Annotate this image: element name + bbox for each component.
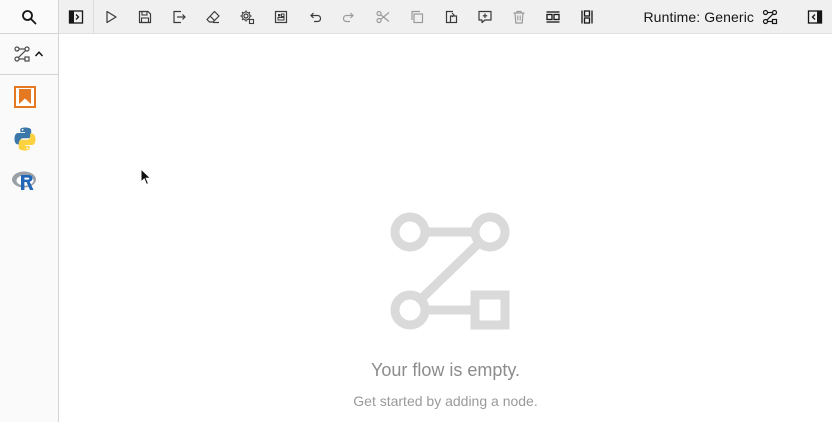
palette-item-bookmark[interactable] (10, 82, 40, 112)
clear-icon (206, 10, 220, 24)
copy-button[interactable] (400, 0, 434, 34)
python-icon (14, 127, 36, 151)
save-button[interactable] (128, 0, 162, 34)
mouse-cursor-icon (140, 168, 152, 186)
empty-state-subtitle: Get started by adding a node. (353, 393, 538, 409)
open-panel-button[interactable] (264, 0, 298, 34)
toolbar: Runtime: Generic (59, 0, 832, 34)
palette-search-button[interactable] (0, 0, 58, 34)
palette-item-r[interactable] (10, 166, 40, 196)
delete-button[interactable] (502, 0, 536, 34)
orange-bookmark-icon (14, 86, 36, 108)
toggle-right-panel-icon (807, 10, 823, 24)
cut-button[interactable] (366, 0, 400, 34)
export-button[interactable] (162, 0, 196, 34)
pipeline-editor: Runtime: Generic Your flow is empty. Get… (0, 0, 832, 422)
delete-icon (513, 10, 525, 24)
run-button[interactable] (94, 0, 128, 34)
clear-button[interactable] (196, 0, 230, 34)
empty-state-title: Your flow is empty. (370, 360, 521, 380)
copy-icon (411, 10, 424, 24)
toggle-properties-panel-button[interactable] (798, 0, 832, 34)
arrange-horizontal-icon (546, 11, 560, 23)
arrange-horizontal-button[interactable] (536, 0, 570, 34)
toggle-palette-button[interactable] (59, 0, 93, 34)
r-icon (12, 171, 36, 190)
runtime-selector[interactable]: Runtime: Generic (643, 0, 778, 34)
redo-icon (342, 12, 354, 23)
add-comment-button[interactable] (468, 0, 502, 34)
undo-icon (310, 12, 322, 23)
paste-button[interactable] (434, 0, 468, 34)
pipeline-icon (762, 9, 778, 25)
runtime-label: Runtime: Generic (643, 9, 754, 25)
cut-icon (376, 10, 390, 24)
arrange-vertical-icon (581, 10, 593, 24)
properties-icon (240, 10, 255, 25)
node-palette (0, 0, 59, 422)
arrange-vertical-button[interactable] (570, 0, 604, 34)
paste-icon (445, 10, 458, 24)
empty-flow-icon (390, 212, 510, 330)
pipeline-canvas[interactable]: Your flow is empty. Get started by addin… (59, 34, 832, 422)
palette-category-toggle[interactable] (0, 34, 58, 75)
empty-state: Your flow is empty. Get started by addin… (59, 34, 832, 422)
add-comment-icon (478, 10, 492, 24)
palette-item-python[interactable] (10, 124, 40, 154)
run-icon (106, 10, 117, 24)
export-icon (173, 10, 186, 24)
redo-button[interactable] (332, 0, 366, 34)
open-panel-icon (274, 10, 288, 24)
save-icon (138, 10, 152, 24)
undo-button[interactable] (298, 0, 332, 34)
toggle-palette-icon (68, 10, 84, 24)
flow-category-icon (14, 46, 30, 62)
search-icon (22, 9, 37, 24)
properties-button[interactable] (230, 0, 264, 34)
chevron-up-icon (34, 51, 44, 57)
